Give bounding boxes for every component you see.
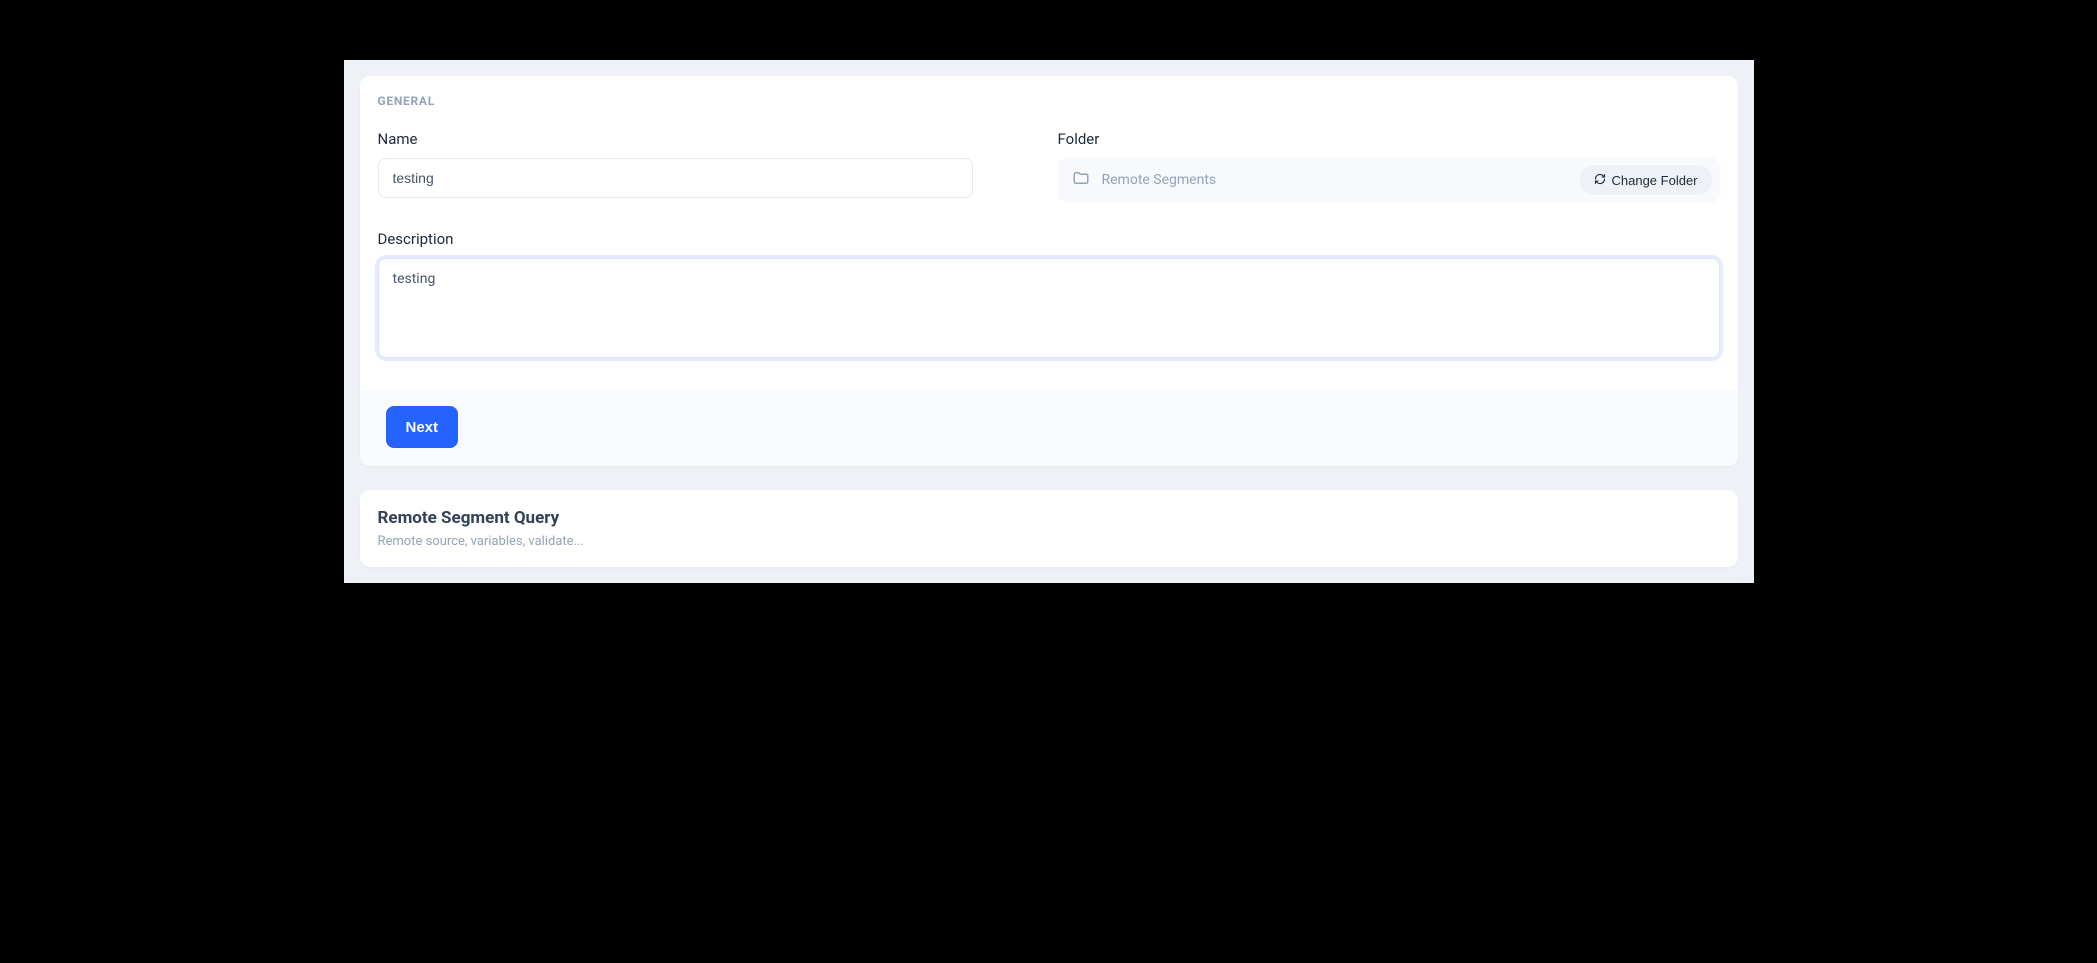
remote-segment-query-card[interactable]: Remote Segment Query Remote source, vari…: [360, 490, 1738, 567]
change-folder-button[interactable]: Change Folder: [1580, 165, 1712, 195]
name-field: Name: [378, 130, 1040, 202]
next-button-label: Next: [406, 419, 439, 436]
description-input[interactable]: [378, 258, 1720, 358]
folder-name: Remote Segments: [1102, 172, 1217, 188]
general-card: GENERAL Name Folder: [360, 76, 1738, 466]
next-button[interactable]: Next: [386, 406, 459, 448]
general-card-footer: Next: [360, 390, 1738, 466]
remote-query-title: Remote Segment Query: [378, 508, 1720, 528]
section-label-general: GENERAL: [378, 94, 1720, 108]
folder-label: Folder: [1058, 130, 1720, 148]
general-card-body: GENERAL Name Folder: [360, 76, 1738, 362]
name-input[interactable]: [378, 158, 973, 198]
remote-query-subtitle: Remote source, variables, validate...: [378, 534, 1720, 549]
description-field: Description: [378, 230, 1720, 362]
folder-info: Remote Segments: [1072, 169, 1217, 191]
page-container: GENERAL Name Folder: [344, 60, 1754, 583]
folder-picker: Remote Segments Chan: [1058, 158, 1720, 202]
refresh-icon: [1594, 173, 1606, 188]
description-label: Description: [378, 230, 1720, 248]
folder-icon: [1072, 169, 1090, 191]
change-folder-label: Change Folder: [1612, 173, 1698, 188]
name-folder-row: Name Folder Remote Segments: [378, 130, 1720, 202]
name-label: Name: [378, 130, 1040, 148]
folder-field: Folder Remote Segments: [1058, 130, 1720, 202]
